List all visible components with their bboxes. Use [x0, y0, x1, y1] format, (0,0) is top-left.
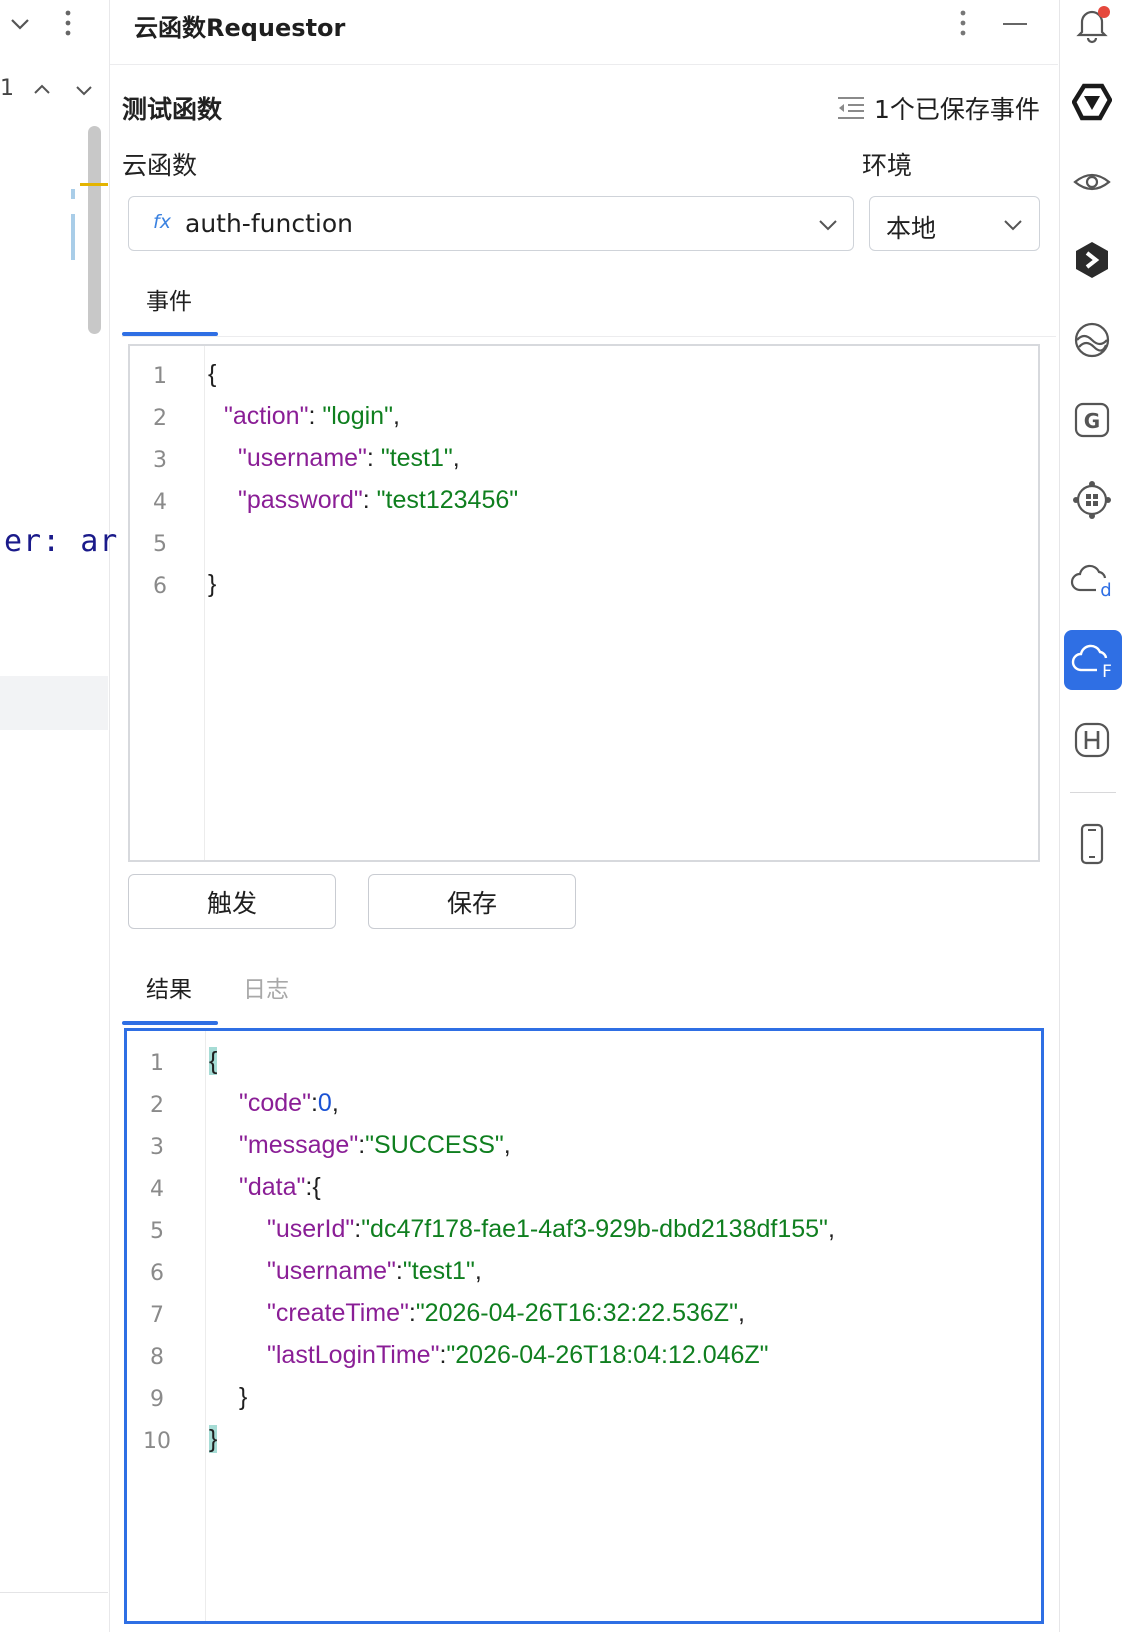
code-line: }	[239, 1383, 248, 1411]
chevron-down-icon	[1004, 220, 1022, 231]
tab-event[interactable]: 事件	[146, 282, 192, 316]
line-number: 6	[153, 574, 167, 599]
line-number: 7	[150, 1303, 164, 1328]
code-line: {	[208, 360, 217, 388]
svg-text:G: G	[1084, 409, 1100, 433]
requestor-panel: 云函数Requestor 测试函数 1个已保存事件 云函数 环境 fx auth…	[110, 0, 1058, 1632]
event-json-editor[interactable]: 1 2 3 4 5 6 { "action": "login", "userna…	[128, 344, 1040, 862]
line-number: 4	[153, 490, 167, 515]
env-label: 环境	[862, 151, 913, 180]
cloud-function-icon[interactable]: F	[1064, 630, 1122, 690]
svg-text:F: F	[1102, 662, 1112, 680]
eye-icon[interactable]	[1068, 158, 1116, 206]
panel-title: 云函数Requestor	[134, 14, 346, 42]
line-number: 1	[153, 364, 167, 389]
code-line: }	[209, 1425, 218, 1453]
panel-minimize-icon[interactable]	[1000, 10, 1030, 38]
code-line: "username":"test1",	[267, 1257, 482, 1285]
function-label: 云函数	[122, 151, 198, 180]
divider	[0, 1592, 108, 1593]
function-fx-icon: fx	[153, 211, 171, 233]
phone-icon[interactable]	[1068, 820, 1116, 868]
line-number: 5	[153, 532, 167, 557]
function-select-value: auth-function	[185, 209, 353, 238]
code-line: "username": "test1",	[238, 444, 460, 472]
list-indent-icon	[838, 97, 864, 119]
search-match-count: 1	[0, 76, 14, 101]
cube-network-icon[interactable]	[1068, 476, 1116, 524]
globe-wave-icon[interactable]	[1068, 316, 1116, 364]
panel-header: 云函数Requestor	[110, 0, 1058, 65]
env-select[interactable]: 本地	[869, 196, 1040, 251]
code-line: "createTime":"2026-04-26T16:32:22.536Z",	[267, 1299, 745, 1327]
line-number-gutter: 1 2 3 4 5 6 7 8 9 10	[127, 1031, 206, 1621]
more-options-icon[interactable]	[62, 8, 74, 38]
right-toolbar: G d F	[1059, 0, 1124, 1632]
code-line: {	[209, 1047, 218, 1075]
saved-events-button[interactable]: 1个已保存事件	[836, 90, 1040, 126]
tab-result[interactable]: 结果	[146, 970, 192, 1004]
tongyi-logo-icon[interactable]	[1068, 78, 1116, 126]
function-select[interactable]: fx auth-function	[128, 196, 854, 251]
line-number-gutter: 1 2 3 4 5 6	[130, 346, 205, 860]
vertical-scrollbar[interactable]	[88, 126, 101, 334]
env-select-value: 本地	[886, 214, 937, 243]
tab-divider	[122, 336, 1056, 337]
next-match-icon[interactable]	[72, 78, 96, 102]
code-line: "action": "login",	[224, 402, 400, 430]
code-line: "data":{	[239, 1173, 321, 1201]
prev-match-icon[interactable]	[30, 78, 54, 102]
code-line: }	[208, 570, 217, 598]
hexagon-plugin-icon[interactable]	[1068, 236, 1116, 284]
trigger-button[interactable]: 触发	[128, 874, 336, 929]
chevron-down-icon	[819, 220, 837, 231]
toolbar-divider	[1070, 792, 1116, 793]
result-json-editor[interactable]: 1 2 3 4 5 6 7 8 9 10 { "code":0, "messag…	[124, 1028, 1044, 1624]
scroll-marker-blue	[71, 189, 75, 199]
code-line: "userId":"dc47f178-fae1-4af3-929b-dbd213…	[267, 1215, 835, 1243]
line-number: 8	[150, 1345, 164, 1370]
test-function-heading: 测试函数	[122, 95, 223, 124]
line-number: 2	[153, 406, 167, 431]
tab-active-indicator	[122, 1021, 218, 1025]
line-number: 1	[150, 1051, 164, 1076]
h-badge-icon[interactable]	[1068, 716, 1116, 764]
saved-events-label: 1个已保存事件	[874, 95, 1040, 124]
code-line: "message":"SUCCESS",	[239, 1131, 511, 1159]
g-badge-icon[interactable]: G	[1068, 396, 1116, 444]
line-number: 3	[150, 1135, 164, 1160]
line-number: 10	[143, 1429, 171, 1454]
code-line: "lastLoginTime":"2026-04-26T18:04:12.046…	[267, 1341, 769, 1369]
line-number: 9	[150, 1387, 164, 1412]
code-fragment: er: ar	[4, 524, 119, 559]
code-line: "code":0,	[239, 1089, 339, 1117]
svg-text:d: d	[1100, 580, 1111, 600]
line-number: 5	[150, 1219, 164, 1244]
line-number: 4	[150, 1177, 164, 1202]
code-line: "password": "test123456"	[238, 486, 519, 514]
tab-log[interactable]: 日志	[243, 970, 289, 1004]
scroll-marker-yellow	[80, 183, 108, 186]
left-editor-pane: 1 er: ar	[0, 0, 117, 1632]
panel-more-icon[interactable]	[957, 8, 969, 38]
line-number: 6	[150, 1261, 164, 1286]
collapse-chevron-icon[interactable]	[6, 10, 34, 38]
cloud-d-icon[interactable]: d	[1068, 556, 1116, 604]
scroll-marker-blue	[71, 214, 75, 260]
save-button[interactable]: 保存	[368, 874, 576, 929]
line-number: 2	[150, 1093, 164, 1118]
line-number: 3	[153, 448, 167, 473]
current-line-highlight	[0, 676, 108, 730]
bell-icon[interactable]	[1068, 0, 1116, 48]
